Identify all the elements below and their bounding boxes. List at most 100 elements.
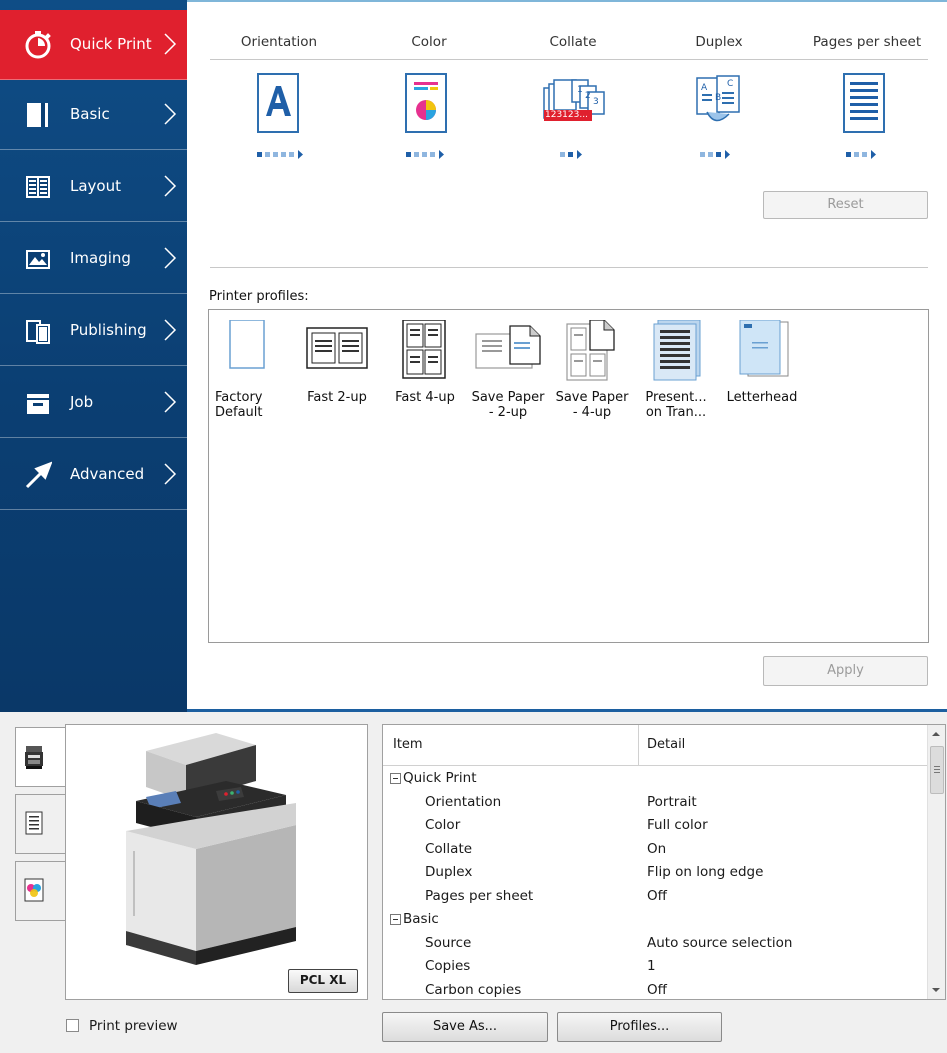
table-row[interactable]: Carbon copies Off xyxy=(383,979,930,1000)
sidebar-item-imaging[interactable]: Imaging xyxy=(0,224,187,294)
header-color: Color xyxy=(411,34,447,50)
sidebar-item-job[interactable]: Job xyxy=(0,368,187,438)
blank-page-icon xyxy=(229,320,265,369)
chevron-right-icon xyxy=(164,247,177,269)
svg-text:A: A xyxy=(701,83,708,93)
svg-text:2: 2 xyxy=(585,91,591,101)
printer-profiles-label: Printer profiles: xyxy=(209,289,309,304)
row-item: Collate xyxy=(425,840,473,857)
table-row[interactable]: Duplex Flip on long edge xyxy=(383,861,930,885)
table-group-row[interactable]: Basic xyxy=(383,908,930,932)
column-header-detail[interactable]: Detail xyxy=(647,737,685,752)
sidebar-item-label: Job xyxy=(70,393,94,411)
row-item: Quick Print xyxy=(403,770,477,786)
collapse-icon[interactable] xyxy=(390,773,401,784)
printer-icon xyxy=(25,746,43,769)
document-icon xyxy=(25,811,43,835)
collate-options-indicator[interactable] xyxy=(560,150,620,160)
pages-per-sheet-options-indicator[interactable] xyxy=(846,150,906,160)
apply-button[interactable]: Apply xyxy=(763,656,928,686)
duplex-icon[interactable]: A C B xyxy=(693,72,745,134)
print-preview-checkbox[interactable] xyxy=(66,1019,79,1032)
sidebar-item-quick-print[interactable]: Quick Print xyxy=(0,10,187,80)
header-divider xyxy=(210,59,928,60)
navigation-sidebar: Quick Print Basic Layout Imaging Publish… xyxy=(0,0,187,712)
chevron-right-icon xyxy=(164,319,177,341)
row-detail: 1 xyxy=(647,958,656,974)
table-header: Item Detail xyxy=(383,725,930,766)
header-pages-per-sheet: Pages per sheet xyxy=(812,34,922,50)
pages-per-sheet-icon[interactable] xyxy=(842,72,886,134)
profile-label: Factory Default xyxy=(215,390,263,420)
row-detail: Auto source selection xyxy=(647,934,793,951)
sidebar-item-publishing[interactable]: Publishing xyxy=(0,296,187,366)
table-row[interactable]: Source Auto source selection xyxy=(383,932,930,956)
presentation-icon xyxy=(653,320,701,381)
duplex-options-indicator[interactable] xyxy=(700,150,760,160)
job-tray-icon xyxy=(27,394,49,414)
svg-text:1: 1 xyxy=(577,85,583,95)
table-row[interactable]: Pages per sheet Off xyxy=(383,885,930,909)
column-separator[interactable] xyxy=(638,725,639,765)
scroll-down-icon[interactable] xyxy=(932,987,940,993)
table-row[interactable]: Orientation Portrait xyxy=(383,791,930,815)
sidebar-item-label: Imaging xyxy=(70,249,131,267)
section-divider xyxy=(210,267,928,268)
save-paper-2up-icon xyxy=(475,325,541,369)
sidebar-item-advanced[interactable]: Advanced xyxy=(0,440,187,510)
header-duplex: Duplex xyxy=(695,34,743,50)
full-color-icon[interactable] xyxy=(404,72,448,134)
row-item: Basic xyxy=(403,911,439,927)
header-collate: Collate xyxy=(549,34,597,50)
row-detail: Flip on long edge xyxy=(647,864,764,880)
row-detail: Off xyxy=(647,887,667,904)
scrollbar-thumb[interactable] xyxy=(930,746,944,794)
reset-button[interactable]: Reset xyxy=(763,191,928,219)
table-row[interactable]: Color Full color xyxy=(383,814,930,838)
row-detail: On xyxy=(647,840,667,857)
profile-label: Letterhead xyxy=(726,390,798,405)
profile-label: Present... on Tran... xyxy=(645,390,707,420)
orientation-portrait-icon[interactable] xyxy=(256,72,300,134)
printer-device-image xyxy=(126,733,296,965)
orientation-options-indicator[interactable] xyxy=(257,150,317,160)
sidebar-item-label: Basic xyxy=(70,105,110,123)
column-header-item[interactable]: Item xyxy=(393,737,423,752)
printer-profiles-list: Factory Default Fast 2-up Fast 4-up Save… xyxy=(208,309,929,643)
row-item: Pages per sheet xyxy=(425,887,534,904)
table-row[interactable]: Copies 1 xyxy=(383,955,930,979)
color-options-indicator[interactable] xyxy=(406,150,466,160)
tab-color-preview[interactable] xyxy=(15,861,66,921)
chevron-right-icon xyxy=(164,391,177,413)
chevron-right-icon xyxy=(164,103,177,125)
chevron-right-icon xyxy=(164,463,177,485)
tab-printer-preview[interactable] xyxy=(15,727,66,787)
vertical-scrollbar[interactable] xyxy=(927,725,945,999)
row-detail: Off xyxy=(647,981,667,998)
profile-label: Save Paper - 2-up xyxy=(471,390,545,420)
save-as-button[interactable]: Save As... xyxy=(382,1012,548,1042)
row-item: Carbon copies xyxy=(425,981,522,998)
stopwatch-icon xyxy=(25,31,51,59)
page-icon xyxy=(27,103,48,127)
layout-grid-icon xyxy=(26,176,50,198)
documents-icon xyxy=(26,320,50,344)
row-detail: Portrait xyxy=(647,793,697,810)
profile-label: Fast 2-up xyxy=(307,390,367,405)
collapse-icon[interactable] xyxy=(390,914,401,925)
sidebar-item-label: Advanced xyxy=(70,465,145,483)
table-group-row[interactable]: Quick Print xyxy=(383,767,930,791)
sidebar-item-layout[interactable]: Layout xyxy=(0,152,187,222)
row-item: Orientation xyxy=(425,793,502,810)
sidebar-item-basic[interactable]: Basic xyxy=(0,80,187,150)
svg-text:B: B xyxy=(715,93,721,103)
tab-page-preview[interactable] xyxy=(15,794,66,854)
collate-icon[interactable]: 1 2 3 xyxy=(540,72,610,134)
profiles-button[interactable]: Profiles... xyxy=(557,1012,722,1042)
svg-text:C: C xyxy=(727,79,733,89)
table-row[interactable]: Collate On xyxy=(383,838,930,862)
save-paper-4up-icon xyxy=(566,320,615,381)
letterhead-icon xyxy=(739,320,789,377)
profile-label: Save Paper - 4-up xyxy=(555,390,629,420)
scroll-up-icon[interactable] xyxy=(932,731,940,737)
